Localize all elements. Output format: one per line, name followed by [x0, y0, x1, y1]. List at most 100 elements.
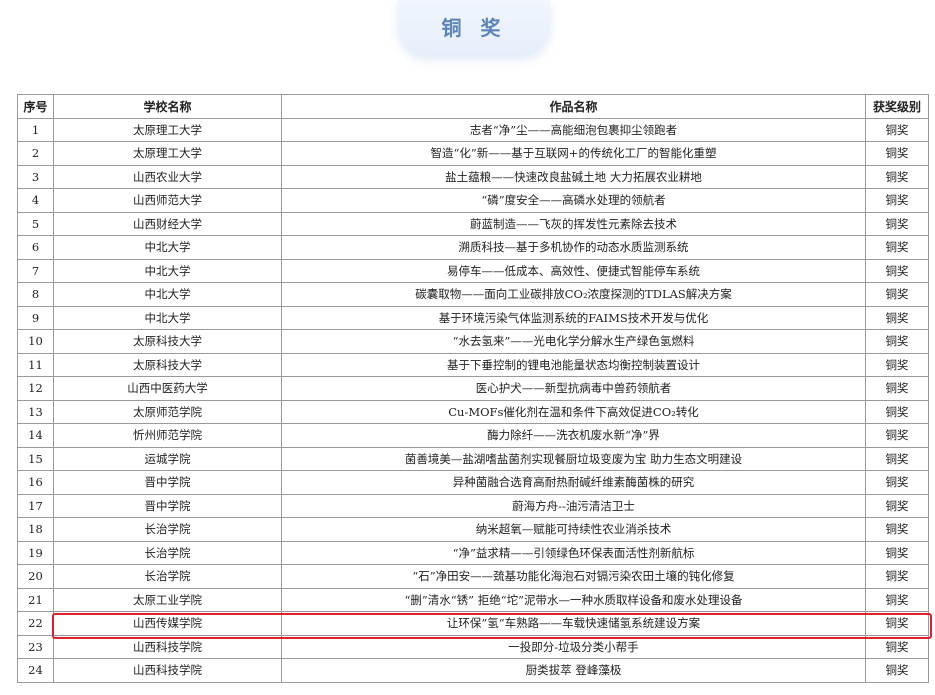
cell-level: 铜奖: [865, 470, 929, 495]
cell-work: 厨类拔萃 登峰藻极: [281, 658, 866, 683]
cell-school: 运城学院: [53, 446, 282, 471]
cell-level: 铜奖: [865, 235, 929, 260]
cell-work: 基于下垂控制的锂电池能量状态均衡控制装置设计: [281, 352, 866, 377]
cell-school: 太原科技大学: [53, 329, 282, 354]
table-row: 5 山西财经大学 蔚蓝制造——飞灰的挥发性元素除去技术 铜奖: [17, 211, 929, 236]
cell-index: 14: [17, 423, 54, 448]
cell-work: 蔚海方舟--油污清洁卫士: [281, 493, 866, 518]
cell-work: “水去氢来”——光电化学分解水生产绿色氢燃料: [281, 329, 866, 354]
cell-index: 15: [17, 446, 54, 471]
cell-level: 铜奖: [865, 634, 929, 659]
header-school: 学校名称: [53, 94, 282, 119]
cell-school: 忻州师范学院: [53, 423, 282, 448]
cell-index: 18: [17, 517, 54, 542]
cell-index: 13: [17, 399, 54, 424]
table-row: 18 长治学院 纳米超氧—赋能可持续性农业消杀技术 铜奖: [17, 517, 929, 542]
header-index: 序号: [17, 94, 54, 119]
cell-level: 铜奖: [865, 564, 929, 589]
cell-school: 山西农业大学: [53, 164, 282, 189]
cell-work: 一投即分-垃圾分类小帮手: [281, 634, 866, 659]
table-row: 1 太原理工大学 志者“净”尘——高能细泡包裹抑尘领跑者 铜奖: [17, 117, 929, 142]
cell-school: 中北大学: [53, 305, 282, 330]
cell-index: 24: [17, 658, 54, 683]
cell-level: 铜奖: [865, 658, 929, 683]
cell-work: 酶力除纤——洗衣机废水新“净”界: [281, 423, 866, 448]
cell-level: 铜奖: [865, 540, 929, 565]
cell-work: 纳米超氧—赋能可持续性农业消杀技术: [281, 517, 866, 542]
cell-work: 易停车——低成本、高效性、便捷式智能停车系统: [281, 258, 866, 283]
cell-index: 21: [17, 587, 54, 612]
cell-level: 铜奖: [865, 164, 929, 189]
award-heading: 铜 奖: [441, 15, 507, 40]
cell-level: 铜奖: [865, 399, 929, 424]
table-header-row: 序号 学校名称 作品名称 获奖级别: [17, 94, 929, 119]
cell-work: “石”净田安——巯基功能化海泡石对镉污染农田土壤的钝化修复: [281, 564, 866, 589]
cell-work: “删”清水“锈” 拒绝“坨”泥带水—一种水质取样设备和废水处理设备: [281, 587, 866, 612]
table-row: 15 运城学院 菌善境美—盐湖嗜盐菌剂实现餐厨垃圾变废为宝 助力生态文明建设 铜奖: [17, 446, 929, 471]
cell-school: 晋中学院: [53, 470, 282, 495]
cell-level: 铜奖: [865, 517, 929, 542]
table-row: 12 山西中医药大学 医心护犬——新型抗病毒中兽药领航者 铜奖: [17, 376, 929, 401]
cell-school: 长治学院: [53, 540, 282, 565]
cell-school: 山西科技学院: [53, 634, 282, 659]
cell-index: 7: [17, 258, 54, 283]
table-row: 3 山西农业大学 盐土蕴粮——快速改良盐碱土地 大力拓展农业耕地 铜奖: [17, 164, 929, 189]
cell-work: “净”益求精——引领绿色环保表面活性剂新航标: [281, 540, 866, 565]
cell-index: 23: [17, 634, 54, 659]
cell-index: 20: [17, 564, 54, 589]
cell-index: 2: [17, 141, 54, 166]
cell-school: 山西科技学院: [53, 658, 282, 683]
cell-school: 山西师范大学: [53, 188, 282, 213]
table-row: 6 中北大学 溯质科技—基于多机协作的动态水质监测系统 铜奖: [17, 235, 929, 260]
cell-school: 中北大学: [53, 258, 282, 283]
cell-work: Cu-MOFs催化剂在温和条件下高效促进CO₂转化: [281, 399, 866, 424]
cell-index: 19: [17, 540, 54, 565]
cell-level: 铜奖: [865, 587, 929, 612]
cell-level: 铜奖: [865, 376, 929, 401]
table-row: 4 山西师范大学 “磷”度安全——高磷水处理的领航者 铜奖: [17, 188, 929, 213]
cell-school: 太原工业学院: [53, 587, 282, 612]
cell-level: 铜奖: [865, 329, 929, 354]
table-row: 20 长治学院 “石”净田安——巯基功能化海泡石对镉污染农田土壤的钝化修复 铜奖: [17, 564, 929, 589]
cell-index: 3: [17, 164, 54, 189]
cell-level: 铜奖: [865, 446, 929, 471]
cell-level: 铜奖: [865, 423, 929, 448]
table-row: 14 忻州师范学院 酶力除纤——洗衣机废水新“净”界 铜奖: [17, 423, 929, 448]
cell-work: 让环保”氢“车熟路——车载快速储氢系统建设方案: [281, 611, 866, 636]
cell-work: 医心护犬——新型抗病毒中兽药领航者: [281, 376, 866, 401]
cell-level: 铜奖: [865, 493, 929, 518]
cell-school: 太原科技大学: [53, 352, 282, 377]
table-row: 11 太原科技大学 基于下垂控制的锂电池能量状态均衡控制装置设计 铜奖: [17, 352, 929, 377]
cell-school: 山西财经大学: [53, 211, 282, 236]
table-row: 17 晋中学院 蔚海方舟--油污清洁卫士 铜奖: [17, 493, 929, 518]
cell-index: 10: [17, 329, 54, 354]
cell-work: “磷”度安全——高磷水处理的领航者: [281, 188, 866, 213]
cell-work: 蔚蓝制造——飞灰的挥发性元素除去技术: [281, 211, 866, 236]
table-row: 22 山西传媒学院 让环保”氢“车熟路——车载快速储氢系统建设方案 铜奖: [17, 611, 929, 636]
cell-school: 晋中学院: [53, 493, 282, 518]
cell-level: 铜奖: [865, 282, 929, 307]
cell-level: 铜奖: [865, 258, 929, 283]
table-row: 9 中北大学 基于环境污染气体监测系统的FAIMS技术开发与优化 铜奖: [17, 305, 929, 330]
cell-index: 6: [17, 235, 54, 260]
cell-work: 智造“化”新——基于互联网+的传统化工厂的智能化重塑: [281, 141, 866, 166]
cell-school: 中北大学: [53, 282, 282, 307]
header-level: 获奖级别: [865, 94, 929, 119]
table-row: 23 山西科技学院 一投即分-垃圾分类小帮手 铜奖: [17, 634, 929, 659]
table-row: 2 太原理工大学 智造“化”新——基于互联网+的传统化工厂的智能化重塑 铜奖: [17, 141, 929, 166]
cell-school: 山西中医药大学: [53, 376, 282, 401]
cell-work: 异种菌融合选育高耐热耐碱纤维素酶菌株的研究: [281, 470, 866, 495]
cell-work: 基于环境污染气体监测系统的FAIMS技术开发与优化: [281, 305, 866, 330]
cell-school: 中北大学: [53, 235, 282, 260]
cell-work: 溯质科技—基于多机协作的动态水质监测系统: [281, 235, 866, 260]
table-row: 16 晋中学院 异种菌融合选育高耐热耐碱纤维素酶菌株的研究 铜奖: [17, 470, 929, 495]
cell-level: 铜奖: [865, 211, 929, 236]
table-row: 7 中北大学 易停车——低成本、高效性、便捷式智能停车系统 铜奖: [17, 258, 929, 283]
table-row: 13 太原师范学院 Cu-MOFs催化剂在温和条件下高效促进CO₂转化 铜奖: [17, 399, 929, 424]
cell-index: 9: [17, 305, 54, 330]
table-row: 8 中北大学 碳囊取物——面向工业碳排放CO₂浓度探测的TDLAS解决方案 铜奖: [17, 282, 929, 307]
cell-level: 铜奖: [865, 611, 929, 636]
cell-index: 5: [17, 211, 54, 236]
cell-work: 碳囊取物——面向工业碳排放CO₂浓度探测的TDLAS解决方案: [281, 282, 866, 307]
cell-index: 1: [17, 117, 54, 142]
